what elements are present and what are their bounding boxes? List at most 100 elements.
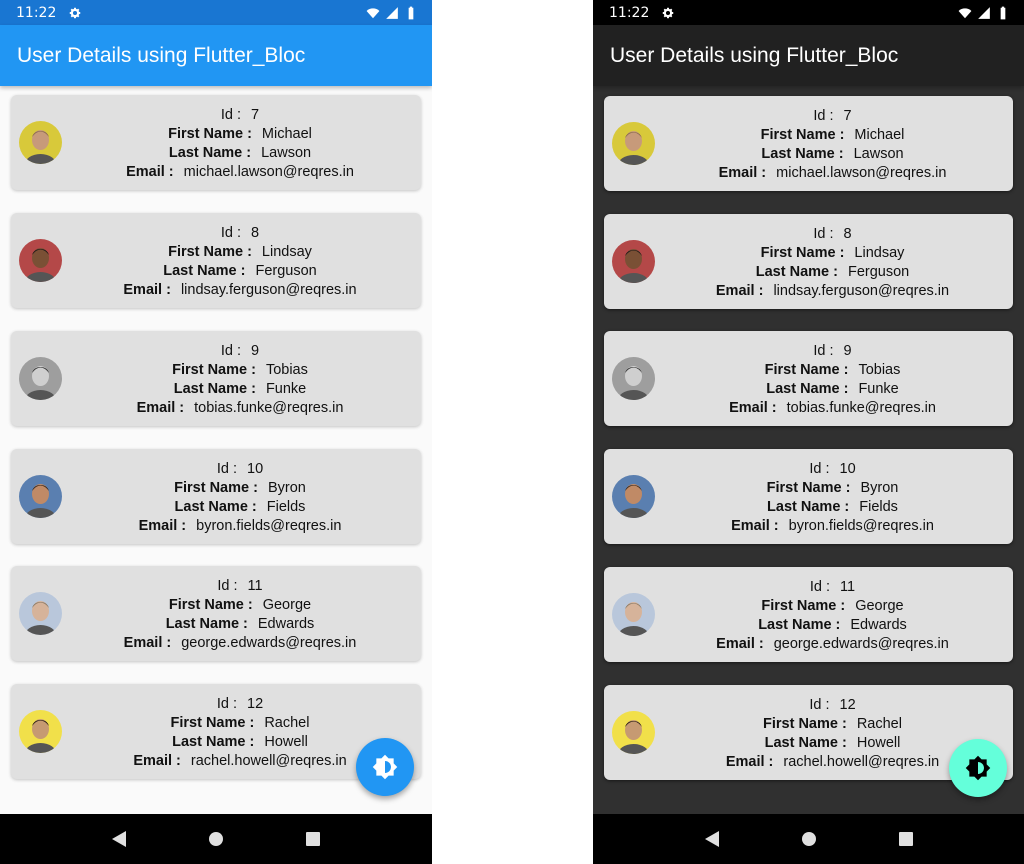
status-bar: 11:22 xyxy=(0,0,432,25)
id-value: 10 xyxy=(247,461,264,477)
user-card[interactable]: Id : 11 First Name : George Last Name : Edw… xyxy=(11,566,421,661)
email-value: tobias.funke@reqres.in xyxy=(786,400,936,416)
status-time: 11:22 xyxy=(609,4,650,21)
last-name-value: Ferguson xyxy=(847,264,910,280)
email-value: rachel.howell@reqres.in xyxy=(190,753,347,769)
user-card[interactable]: Id : 10 First Name : Byron Last Name : Fiel… xyxy=(604,449,1013,544)
last-name-label: Last Name : xyxy=(766,381,849,397)
home-button[interactable] xyxy=(205,828,227,850)
id-value: 10 xyxy=(839,461,856,477)
first-name-value: Rachel xyxy=(856,716,902,732)
email-label: Email : xyxy=(123,282,171,298)
id-label: Id : xyxy=(813,108,834,124)
avatar xyxy=(19,239,62,282)
user-info: Id : 7 First Name : Michael Last Name : Law… xyxy=(67,106,413,182)
light-theme-screen: 11:22 User Details using Flutter_Bloc Id… xyxy=(0,0,432,864)
last-name-value: Funke xyxy=(858,381,899,397)
last-name-value: Lawson xyxy=(853,146,904,162)
last-name-value: Howell xyxy=(264,734,308,750)
last-name-value: Edwards xyxy=(257,616,315,632)
recents-button[interactable] xyxy=(302,828,324,850)
first-name-label: First Name : xyxy=(168,244,252,260)
last-name-label: Last Name : xyxy=(173,381,256,397)
email-value: lindsay.ferguson@reqres.in xyxy=(773,283,950,299)
first-name-label: First Name : xyxy=(760,245,845,261)
signal-icon xyxy=(386,6,398,19)
user-info: Id : 9 First Name : Tobias Last Name : Funk… xyxy=(660,342,1005,418)
last-name-label: Last Name : xyxy=(172,734,255,750)
email-label: Email : xyxy=(138,518,187,534)
user-info: Id : 8 First Name : Lindsay Last Name : Fer… xyxy=(67,224,413,300)
gear-icon xyxy=(70,7,81,18)
user-card[interactable]: Id : 11 First Name : George Last Name : Edw… xyxy=(604,567,1013,662)
last-name-value: Edwards xyxy=(850,617,907,633)
recents-button[interactable] xyxy=(895,828,917,850)
status-bar: 11:22 xyxy=(593,0,1024,25)
battery-icon xyxy=(408,6,414,19)
first-name-value: Tobias xyxy=(265,362,308,378)
user-card[interactable]: Id : 9 First Name : Tobias Last Name : Funk… xyxy=(604,331,1013,426)
signal-icon xyxy=(978,6,990,19)
email-label: Email : xyxy=(718,165,767,181)
first-name-label: First Name : xyxy=(168,126,252,142)
first-name-value: Byron xyxy=(860,480,899,496)
last-name-value: Funke xyxy=(265,381,307,397)
last-name-label: Last Name : xyxy=(165,616,248,632)
first-name-value: Byron xyxy=(267,480,306,496)
back-icon xyxy=(111,831,126,847)
id-label: Id : xyxy=(220,343,242,359)
system-nav-bar xyxy=(593,814,1024,864)
email-value: rachel.howell@reqres.in xyxy=(783,754,940,770)
avatar xyxy=(612,711,655,754)
avatar xyxy=(19,710,62,753)
theme-toggle-button[interactable] xyxy=(356,738,414,796)
first-name-value: Michael xyxy=(854,127,905,143)
id-value: 12 xyxy=(839,697,856,713)
first-name-label: First Name : xyxy=(761,598,846,614)
first-name-label: First Name : xyxy=(763,716,847,732)
user-card[interactable]: Id : 8 First Name : Lindsay Last Name : Fer… xyxy=(604,214,1013,309)
avatar xyxy=(19,121,62,164)
last-name-label: Last Name : xyxy=(174,499,257,515)
last-name-label: Last Name : xyxy=(755,264,838,280)
email-value: george.edwards@reqres.in xyxy=(773,636,949,652)
avatar xyxy=(612,122,655,165)
user-info: Id : 9 First Name : Tobias Last Name : Funk… xyxy=(67,342,413,418)
user-card[interactable]: Id : 10 First Name : Byron Last Name : Fiel… xyxy=(11,449,421,544)
wifi-icon xyxy=(366,7,380,18)
user-info: Id : 10 First Name : Byron Last Name : Fiel… xyxy=(67,460,413,536)
user-card[interactable]: Id : 8 First Name : Lindsay Last Name : Fer… xyxy=(11,213,421,308)
theme-toggle-button[interactable] xyxy=(949,739,1007,797)
battery-icon xyxy=(1000,6,1006,19)
id-label: Id : xyxy=(216,696,237,712)
home-button[interactable] xyxy=(798,828,820,850)
user-info: Id : 7 First Name : Michael Last Name : Law… xyxy=(660,107,1005,183)
id-label: Id : xyxy=(216,461,237,477)
first-name-label: First Name : xyxy=(760,127,845,143)
email-value: michael.lawson@reqres.in xyxy=(776,165,947,181)
back-button[interactable] xyxy=(701,828,723,850)
brightness-toggle-icon xyxy=(372,754,398,780)
back-icon xyxy=(704,831,719,847)
id-label: Id : xyxy=(809,461,830,477)
home-icon xyxy=(801,832,816,846)
id-label: Id : xyxy=(220,107,242,123)
recents-icon xyxy=(898,832,913,846)
last-name-label: Last Name : xyxy=(767,499,850,515)
app-bar: User Details using Flutter_Bloc xyxy=(0,25,432,86)
email-value: george.edwards@reqres.in xyxy=(181,635,357,651)
last-name-label: Last Name : xyxy=(163,263,246,279)
user-card[interactable]: Id : 9 First Name : Tobias Last Name : Funk… xyxy=(11,331,421,426)
first-name-label: First Name : xyxy=(168,597,253,613)
gear-icon xyxy=(663,7,674,18)
back-button[interactable] xyxy=(108,828,130,850)
status-time: 11:22 xyxy=(16,4,57,21)
user-card[interactable]: Id : 7 First Name : Michael Last Name : Law… xyxy=(604,96,1013,191)
user-card[interactable]: Id : 7 First Name : Michael Last Name : Law… xyxy=(11,95,421,190)
user-info: Id : 10 First Name : Byron Last Name : Fiel… xyxy=(660,460,1005,536)
id-label: Id : xyxy=(217,578,238,594)
app-bar-title: User Details using Flutter_Bloc xyxy=(17,43,306,67)
avatar xyxy=(612,240,655,283)
email-value: lindsay.ferguson@reqres.in xyxy=(180,282,357,298)
first-name-value: Lindsay xyxy=(261,244,312,260)
